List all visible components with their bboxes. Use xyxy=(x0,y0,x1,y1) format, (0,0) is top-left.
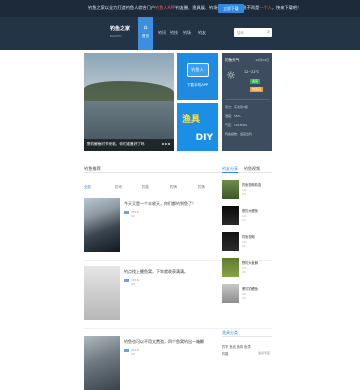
banner-image xyxy=(84,81,174,101)
sidebar-item-date: 10-24 xyxy=(242,188,247,196)
status-badge: 适宜 xyxy=(250,79,261,84)
app-badge: 钓鱼人 xyxy=(186,63,209,77)
post-thumbnail[interactable] xyxy=(84,198,120,252)
sidebar-thumbnail[interactable] xyxy=(222,258,239,277)
weather-widget: 钓鱼天气 10月24日 ☼ 12~22℃ 适宜 较适宜 风力：东北风3级 湿度：… xyxy=(222,53,272,151)
status-badge: 较适宜 xyxy=(250,87,264,92)
post-date: 2016-10 xyxy=(131,210,140,218)
active-tab-indicator xyxy=(222,172,238,173)
weather-city: 钓鱼天气 xyxy=(225,58,240,62)
hero-banner[interactable]: 野钓鲫鱼时节来临，你们准备好了吗 xyxy=(84,53,174,151)
search-input[interactable]: 搜索 xyxy=(237,30,244,35)
sun-icon: ☼ xyxy=(226,69,236,82)
tag-icon xyxy=(124,349,129,352)
nav-item-news[interactable]: 钓讯 xyxy=(158,30,166,36)
sidebar-item-title[interactable]: 钓鱼视频精选 xyxy=(242,182,261,187)
weather-row: 气压：1018hPa xyxy=(225,123,248,127)
sidebar-item-date: 10-22 xyxy=(242,214,247,222)
filter-tab[interactable]: 钓饵 xyxy=(170,184,177,189)
sidebar-item-title[interactable]: 夜钓大鲤鱼 xyxy=(242,208,258,213)
divider xyxy=(225,99,269,100)
search-box[interactable]: 搜索 ⌕ xyxy=(234,28,272,37)
weather-row: 钓鱼指数：适宜出钓 xyxy=(225,132,253,136)
nav-item-skills[interactable]: 钓技 xyxy=(170,30,178,36)
divider xyxy=(84,328,272,329)
post-date: 2016-10 xyxy=(131,278,140,286)
filter-tab[interactable]: 全部 xyxy=(84,184,91,189)
nav-item-friends[interactable]: 钓友 xyxy=(198,30,206,36)
banner-caption[interactable]: 野钓鲫鱼时节来临，你们准备好了吗 xyxy=(87,142,145,147)
sidebar-item-date: 10-21 xyxy=(242,240,247,248)
sidebar-thumbnail[interactable] xyxy=(222,206,239,225)
filter-tab[interactable]: 钓技 xyxy=(142,184,149,189)
sidebar-item-date: 10-19 xyxy=(242,292,247,300)
sidebar-item-title[interactable]: 钓鱼视频 xyxy=(242,234,255,239)
post-thumbnail[interactable] xyxy=(84,266,120,320)
carousel-dots[interactable] xyxy=(161,141,170,146)
promo-subtitle: DIY xyxy=(195,133,213,143)
search-icon[interactable]: ⌕ xyxy=(267,29,270,35)
nav-item-home[interactable]: ⌂ 首页 xyxy=(138,17,153,50)
filter-tab[interactable]: 钓场 xyxy=(198,184,205,189)
post-date: 2016-10 xyxy=(131,348,140,356)
tag-icon xyxy=(124,211,129,214)
divider xyxy=(222,336,272,337)
promo-title: 渔具 xyxy=(182,115,201,125)
weather-row: 湿度：58% xyxy=(225,114,241,118)
weather-row: 风力：东北风3级 xyxy=(225,105,248,109)
main-nav: 钓鱼之家 DIAOYU ⌂ 首页 钓讯 钓技 钓场 钓友 搜索 ⌕ xyxy=(0,17,360,50)
home-icon: ⌂ xyxy=(143,24,148,31)
sidebar-item-date: 10-20 xyxy=(242,266,247,274)
sidebar-thumbnail[interactable] xyxy=(222,180,239,199)
weather-temp: 12~22℃ xyxy=(244,70,260,74)
nav-item-spots[interactable]: 钓场 xyxy=(183,30,191,36)
sidebar-link[interactable]: 渔具专区 xyxy=(258,351,270,355)
post-thumbnail[interactable] xyxy=(84,336,120,390)
filter-tab[interactable]: 钓讯 xyxy=(115,184,122,189)
sidebar-item-title[interactable]: 野钓大板鲫 xyxy=(242,260,258,265)
app-promo-text: 下载手机APP xyxy=(186,83,209,87)
app-download-promo[interactable]: 钓鱼人 下载手机APP xyxy=(177,53,218,100)
sidebar-thumbnail[interactable] xyxy=(222,284,239,303)
logo[interactable]: 钓鱼之家 DIAOYU xyxy=(110,25,130,38)
post-title[interactable]: 钓点找上鲤鱼窝，下竿就收获满满。 xyxy=(124,269,188,275)
weather-date: 10月24日 xyxy=(255,58,269,62)
post-title[interactable]: 今天又是一个丰收天，你们都钓到鱼了！ xyxy=(124,201,196,207)
sidebar-thumbnail[interactable] xyxy=(222,232,239,251)
post-title[interactable]: 钓鱼也可以不用太费劲，四个鱼窝钓出一箱鲫 xyxy=(124,339,204,345)
sidebar-link[interactable]: 钓竿 鱼线 鱼钩 鱼漂 xyxy=(222,344,251,349)
sidebar-item-title[interactable]: 黑坑钓鲤鱼 xyxy=(242,286,258,291)
notice-text: 钓鱼之家以全力打造钓鱼人综合门户钓鱼人APP钓友圈、渔具展、钓场查询，从此钓鱼不… xyxy=(88,5,302,10)
tag-icon xyxy=(124,279,129,282)
sidebar-link[interactable]: 钓箱 xyxy=(222,351,228,356)
notice-bar: 钓鱼之家以全力打造钓鱼人综合门户钓鱼人APP钓友圈、渔具展、钓场查询，从此钓鱼不… xyxy=(0,0,360,17)
download-button[interactable]: 立即下载 xyxy=(218,4,244,13)
tackle-diy-promo[interactable]: 渔具 DIY xyxy=(177,103,218,151)
